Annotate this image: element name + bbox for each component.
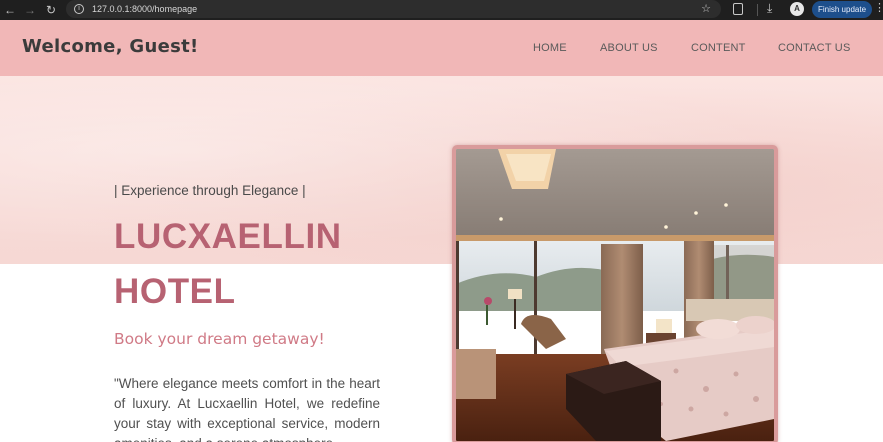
download-icon[interactable]: ⤓ bbox=[767, 1, 772, 16]
nav-home[interactable]: HOME bbox=[533, 42, 567, 54]
site-info-icon[interactable]: i bbox=[74, 4, 84, 14]
nav-about-us[interactable]: ABOUT US bbox=[600, 42, 658, 54]
hero-title-line2: HOTEL bbox=[114, 272, 236, 311]
hero-title-line1: LUCXAELLIN bbox=[114, 217, 342, 256]
extensions-icon[interactable] bbox=[733, 3, 743, 15]
menu-icon[interactable]: ⋮ bbox=[874, 1, 883, 14]
nav-contact-us[interactable]: CONTACT US bbox=[778, 42, 851, 54]
hotel-room-photo bbox=[452, 145, 778, 442]
reload-icon[interactable]: ↻ bbox=[46, 0, 56, 20]
address-bar[interactable]: i 127.0.0.1:8000/homepage ☆ bbox=[66, 0, 721, 18]
site-header: Welcome, Guest! HOME ABOUT US CONTENT CO… bbox=[0, 20, 883, 76]
bookmark-star-icon[interactable]: ☆ bbox=[701, 2, 711, 15]
address-url[interactable]: 127.0.0.1:8000/homepage bbox=[92, 4, 197, 14]
forward-icon[interactable]: → bbox=[24, 0, 36, 20]
back-icon[interactable]: ← bbox=[4, 0, 16, 20]
finish-update-button[interactable]: Finish update bbox=[812, 1, 872, 18]
toolbar-divider bbox=[757, 4, 758, 16]
profile-avatar[interactable]: A bbox=[790, 2, 804, 16]
nav-content[interactable]: CONTENT bbox=[691, 42, 746, 54]
browser-toolbar: ← → ↻ i 127.0.0.1:8000/homepage ☆ ⤓ A Fi… bbox=[0, 0, 883, 20]
hero-subtitle: Book your dream getaway! bbox=[114, 330, 325, 348]
hero-tagline: | Experience through Elegance | bbox=[114, 183, 306, 198]
brand-greeting: Welcome, Guest! bbox=[22, 36, 199, 57]
hero-quote: "Where elegance meets comfort in the hea… bbox=[114, 376, 380, 442]
